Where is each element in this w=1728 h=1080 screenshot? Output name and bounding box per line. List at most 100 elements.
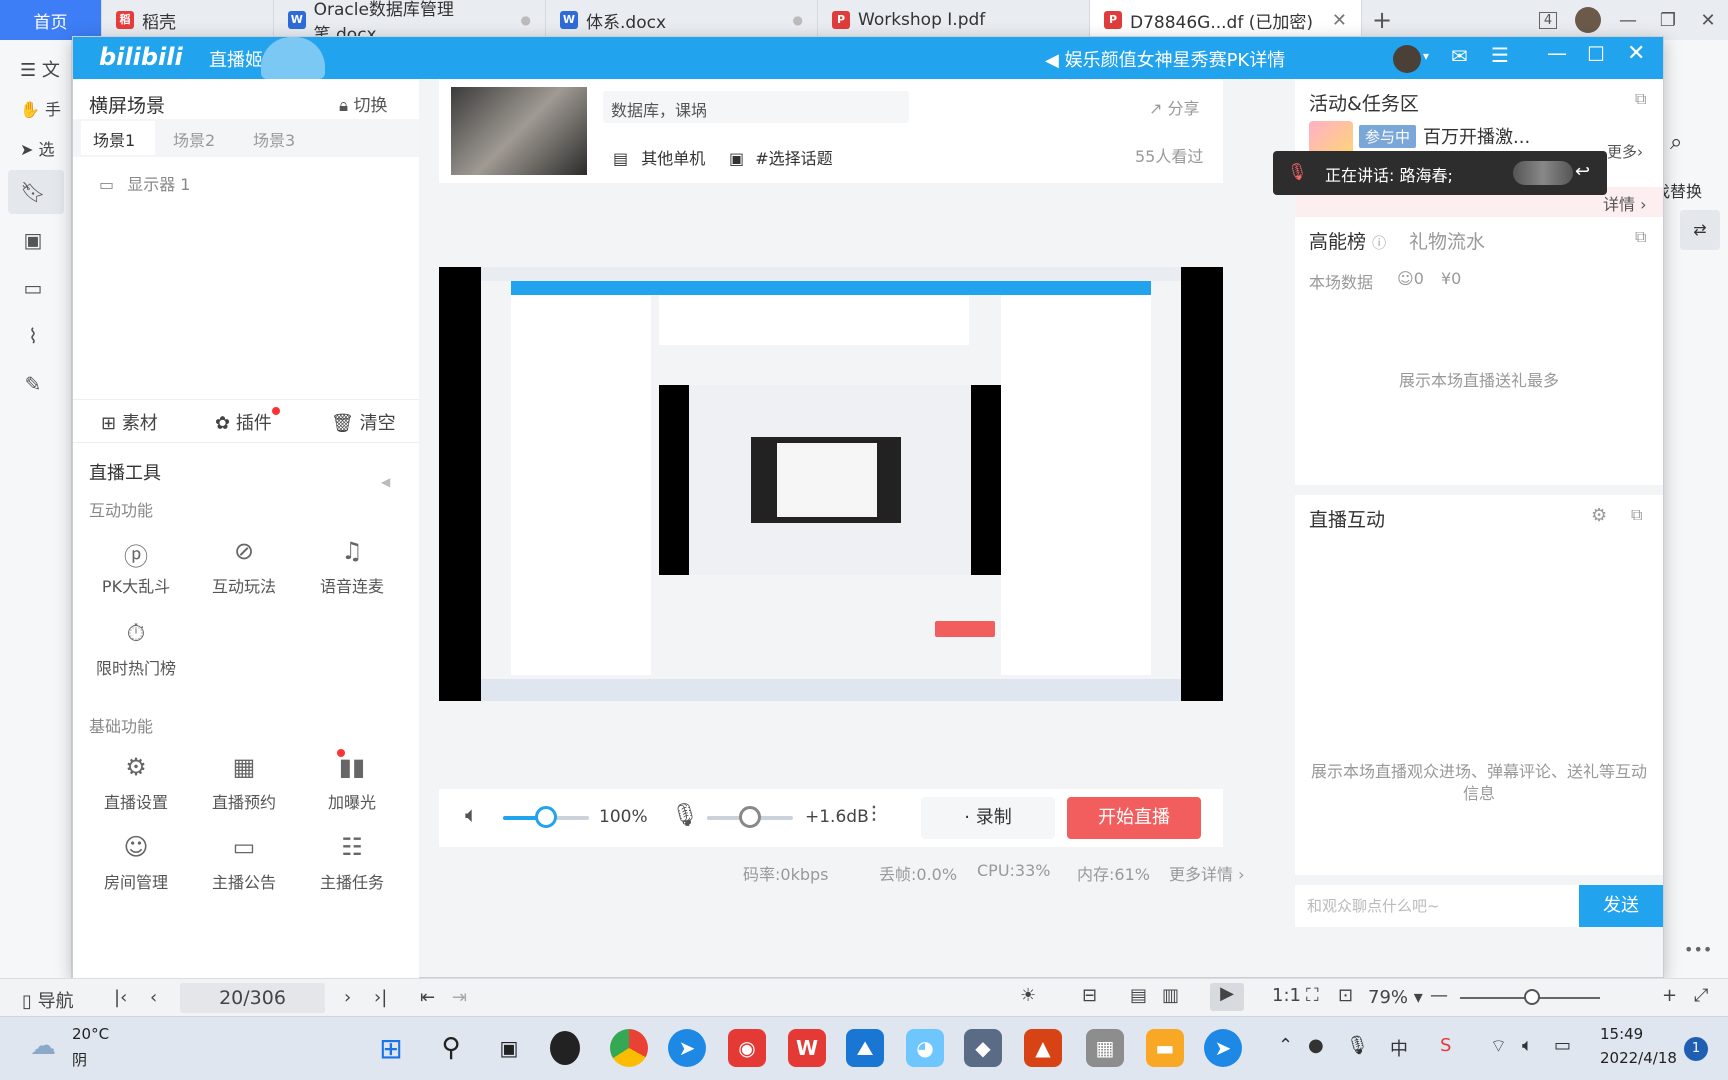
source-item[interactable]: ▭ 显示器 1 [99, 171, 190, 195]
close-tab-icon[interactable]: ✕ [1332, 10, 1347, 31]
preview-canvas[interactable] [439, 267, 1223, 701]
popout-icon[interactable]: ⧉ [1631, 505, 1642, 525]
fit-window-icon[interactable]: ⛶ [1306, 985, 1319, 1006]
chat-input[interactable]: 和观众聊点什么吧~ [1295, 885, 1591, 927]
clear-button[interactable]: 🗑︎ 清空 [331, 409, 396, 435]
cover-image[interactable] [451, 87, 587, 175]
live-reserve-tool[interactable]: ▦ 直播预约 [199, 753, 289, 813]
chrome-icon[interactable] [610, 1029, 648, 1067]
scene-tab-1[interactable]: 场景1 [93, 127, 135, 151]
nav-button[interactable]: ▯ 导航 [22, 987, 74, 1013]
play-icon[interactable]: ▶ [1210, 983, 1244, 1011]
category-button[interactable]: ▤ 其他单机 [613, 145, 705, 169]
zoom-in-icon[interactable]: + [1662, 985, 1677, 1006]
sogou-icon[interactable]: S [1440, 1035, 1451, 1056]
virtualbox-icon[interactable]: ◆ [964, 1029, 1002, 1067]
attachment-icon[interactable]: ⌇ [20, 324, 46, 350]
close-icon[interactable]: ✕ [1688, 0, 1728, 40]
start-live-button[interactable]: 开始直播 [1067, 797, 1201, 839]
fit-page-icon[interactable]: ⇥ [452, 987, 467, 1008]
restore-icon[interactable]: ❐ [1648, 0, 1688, 40]
next-page-icon[interactable]: › [344, 987, 351, 1008]
tab-daoke[interactable]: 稻稻壳 [102, 0, 274, 40]
comment-icon[interactable]: ▭ [20, 276, 46, 302]
single-page-icon[interactable]: ⊟ [1082, 985, 1097, 1006]
continuous-icon[interactable]: ▤ [1130, 985, 1147, 1006]
avatar[interactable] [1568, 0, 1608, 40]
boost-tool[interactable]: ▮▮ 加曝光 [307, 749, 397, 813]
search-icon[interactable]: ⚲ [432, 1029, 470, 1067]
translate-icon[interactable]: ⇄ [1680, 210, 1720, 250]
hot-rank-tool[interactable]: ⏱ 限时热门榜 [91, 619, 181, 679]
popout-icon[interactable]: ⧉ [1635, 89, 1646, 109]
voice-link-tool[interactable]: ♫ 语音连麦 [307, 537, 397, 597]
tray-chevron-icon[interactable]: ⌃ [1278, 1035, 1293, 1056]
detail-link[interactable]: 详情 › [1603, 191, 1647, 215]
zoom-out-icon[interactable]: — [1430, 985, 1448, 1006]
more-details-link[interactable]: 更多详情 › [1169, 861, 1245, 885]
activity-text[interactable]: 百万开播激... [1423, 123, 1530, 149]
page-input[interactable]: 20/306 [180, 983, 325, 1013]
actual-size-icon[interactable]: 1:1 [1272, 985, 1301, 1006]
sign-icon[interactable]: ✎ [20, 372, 46, 398]
pk-tool[interactable]: ⓟ PK大乱斗 [91, 537, 181, 597]
chevron-down-icon[interactable]: ▾ [1423, 49, 1429, 63]
announcement-tool[interactable]: ▭ 主播公告 [199, 833, 289, 893]
zoom-mode-icon[interactable]: ⊡ [1338, 985, 1353, 1006]
minimize-icon[interactable]: — [1608, 0, 1648, 40]
reply-icon[interactable]: ↩ [1575, 161, 1590, 182]
avatar[interactable] [1393, 45, 1421, 73]
room-manage-tool[interactable]: ☺ 房间管理 [91, 833, 181, 893]
gear-icon[interactable]: ⚙ [1591, 505, 1607, 526]
mail-icon[interactable]: ✉ [1451, 44, 1468, 68]
menu-icon[interactable]: ☰ [1491, 43, 1509, 67]
double-page-icon[interactable]: ▥ [1162, 985, 1179, 1006]
clock-time[interactable]: 15:49 [1600, 1025, 1643, 1043]
gift-flow-tab[interactable]: 礼物流水 [1409, 227, 1485, 254]
tab-home[interactable]: 首页 [0, 0, 102, 40]
collapse-left-icon[interactable]: ◀ [381, 475, 393, 491]
fullscreen-icon[interactable]: ⤢ [1694, 985, 1708, 1006]
notification-badge[interactable]: 1 [1684, 1037, 1708, 1061]
battery-icon[interactable]: ▭ [1554, 1035, 1571, 1056]
material-button[interactable]: ⊞ 素材 [101, 409, 158, 435]
tab-count-button[interactable]: 4 [1528, 0, 1568, 40]
ime-icon[interactable]: 中 [1390, 1035, 1408, 1061]
feishu-icon-2[interactable]: ➤ [1204, 1029, 1242, 1067]
folder-icon[interactable]: ▬ [1146, 1029, 1184, 1067]
close-icon[interactable]: ✕ [1627, 41, 1645, 66]
hand-tool-button[interactable]: ✋ 手 [20, 96, 61, 120]
fit-width-icon[interactable]: ⇤ [420, 987, 435, 1008]
tab-oracle-docx[interactable]: W Oracle数据库管理笔.docx ● [274, 0, 546, 45]
maximize-icon[interactable]: ☐ [1587, 42, 1605, 66]
speaker-icon[interactable]: 🔈︎ [465, 803, 478, 828]
record-button[interactable]: · 录制 [921, 797, 1055, 839]
new-tab-button[interactable]: + [1362, 0, 1402, 40]
menu-icon[interactable]: ☰ 文 [20, 56, 60, 82]
scene-tab-2[interactable]: 场景2 [173, 127, 215, 151]
announcement-link[interactable]: ◀︎ 娱乐颜值女神星秀赛PK详情 [1045, 46, 1285, 72]
tab-tixi-docx[interactable]: W 体系.docx ● [546, 0, 818, 40]
zoom-select[interactable]: 79% ▾ [1368, 987, 1423, 1008]
share-button[interactable]: ↗ 分享 [1149, 95, 1200, 119]
oracle-icon[interactable]: ▲ [1024, 1029, 1062, 1067]
volume-knob[interactable] [535, 806, 557, 828]
windows-start-icon[interactable]: ⊞ [372, 1029, 410, 1067]
more-link[interactable]: 更多› [1607, 141, 1643, 162]
send-button[interactable]: 发送 [1579, 885, 1663, 927]
netease-music-icon[interactable]: ◉ [728, 1029, 766, 1067]
qq-tray-icon[interactable]: ● [1308, 1035, 1324, 1056]
zoom-knob[interactable] [1524, 989, 1540, 1005]
scene-tab-3[interactable]: 场景3 [253, 127, 295, 151]
room-title-input[interactable]: 数据库，课埚 [603, 91, 909, 123]
feishu-icon[interactable]: ➤ [668, 1029, 706, 1067]
bilibili-live-icon[interactable]: ◕ [906, 1029, 944, 1067]
switch-button[interactable]: 🔒︎ 切换 [339, 91, 387, 116]
volume-tray-icon[interactable]: 🔈︎ [1522, 1035, 1533, 1056]
task-view-icon[interactable]: ▣ [490, 1029, 528, 1067]
live-settings-tool[interactable]: ⚙ 直播设置 [91, 753, 181, 813]
mic-knob[interactable] [739, 806, 761, 828]
minimize-icon[interactable]: — [1547, 41, 1567, 65]
select-tool-button[interactable]: ➤ 选 [20, 136, 55, 160]
more-icon[interactable]: ••• [1684, 940, 1712, 959]
